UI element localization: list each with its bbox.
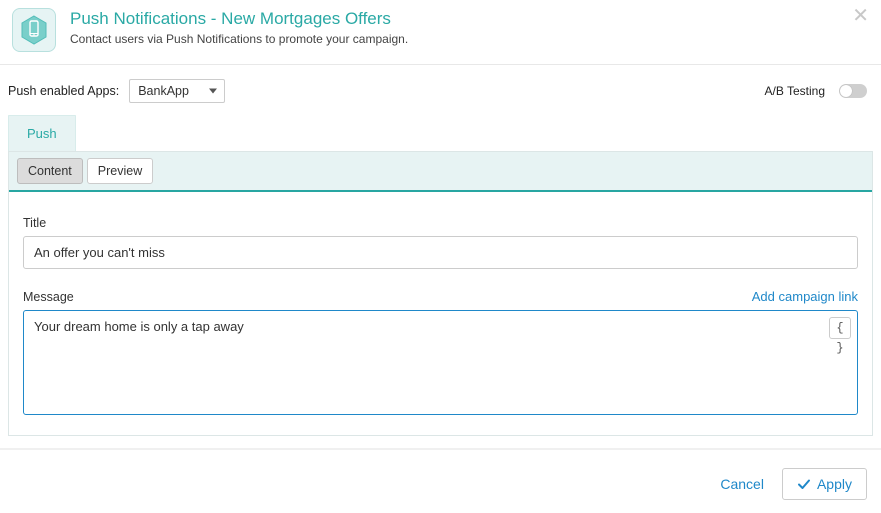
title-label: Title <box>23 216 858 230</box>
ab-testing-toggle[interactable] <box>839 84 867 98</box>
main-tabs: Push <box>8 115 873 151</box>
insert-variable-button[interactable]: { } <box>829 317 851 339</box>
modal-header: Push Notifications - New Mortgages Offer… <box>0 0 881 65</box>
check-icon <box>797 477 811 491</box>
apps-select[interactable]: BankApp <box>129 79 225 103</box>
phone-icon <box>12 8 56 52</box>
braces-icon: { } <box>836 321 843 355</box>
apply-button[interactable]: Apply <box>782 468 867 500</box>
subtab-content-label: Content <box>28 164 72 178</box>
modal-title: Push Notifications - New Mortgages Offer… <box>70 9 408 29</box>
push-notification-modal: Push Notifications - New Mortgages Offer… <box>0 0 881 449</box>
subtab-preview[interactable]: Preview <box>87 158 153 184</box>
close-icon[interactable]: ✕ <box>852 6 869 26</box>
add-campaign-link[interactable]: Add campaign link <box>752 289 858 304</box>
cancel-button[interactable]: Cancel <box>720 476 764 492</box>
subtab-preview-label: Preview <box>98 164 142 178</box>
panel-body: Title Message Add campaign link { } <box>9 192 872 435</box>
apps-select-value: BankApp <box>138 84 189 98</box>
tab-push-label: Push <box>27 126 57 141</box>
modal-subtitle: Contact users via Push Notifications to … <box>70 32 408 46</box>
apps-label: Push enabled Apps: <box>8 84 119 98</box>
message-input-wrap: { } <box>23 310 858 415</box>
toolbar: Push enabled Apps: BankApp A/B Testing <box>0 65 881 103</box>
modal-footer: Cancel Apply <box>0 449 881 510</box>
title-input[interactable] <box>23 236 858 269</box>
message-label: Message <box>23 290 74 304</box>
subtab-content[interactable]: Content <box>17 158 83 184</box>
apply-label: Apply <box>817 476 852 492</box>
sub-tabbar: Content Preview <box>9 152 872 192</box>
ab-testing-label: A/B Testing <box>765 84 825 98</box>
message-input[interactable] <box>34 319 815 403</box>
tab-push[interactable]: Push <box>8 115 76 151</box>
content-panel: Content Preview Title Message Add campai… <box>8 151 873 436</box>
